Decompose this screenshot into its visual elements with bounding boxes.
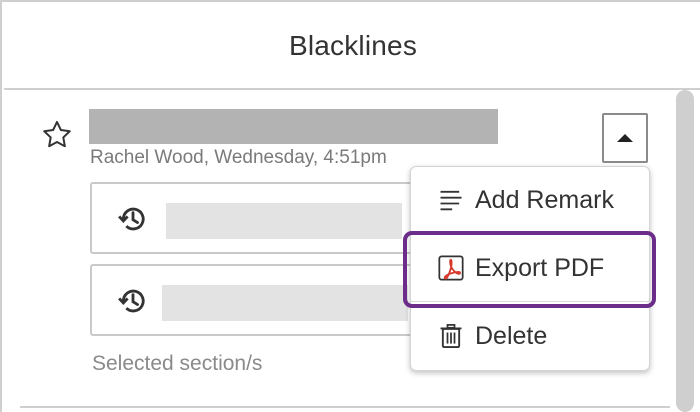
menu-item-label: Delete — [475, 321, 548, 350]
menu-item-export-pdf[interactable]: Export PDF — [411, 235, 649, 301]
panel-header: Blacklines — [4, 4, 700, 90]
history-icon — [118, 207, 145, 231]
star-icon[interactable] — [40, 118, 74, 152]
entry-actions-menu: Add Remark Export PDF Delete — [410, 166, 650, 371]
menu-item-delete[interactable]: Delete — [411, 303, 649, 369]
entry-title-placeholder — [89, 109, 498, 144]
entry-meta: Rachel Wood, Wednesday, 4:51pm — [90, 147, 387, 168]
menu-separator — [411, 233, 649, 234]
panel-title: Blacklines — [288, 30, 418, 61]
menu-item-add-remark[interactable]: Add Remark — [411, 167, 649, 233]
menu-item-label: Export PDF — [475, 253, 605, 282]
menu-separator — [411, 301, 649, 302]
caret-up-icon — [617, 134, 633, 142]
trash-icon — [440, 324, 462, 349]
version-title-placeholder — [162, 285, 408, 321]
version-title-placeholder — [166, 203, 402, 239]
history-icon — [118, 289, 145, 313]
pdf-icon — [438, 255, 464, 281]
selected-sections-label: Selected section/s — [92, 352, 263, 375]
collapse-toggle-button[interactable] — [602, 113, 648, 163]
scrollbar[interactable] — [676, 90, 694, 412]
menu-item-label: Add Remark — [475, 185, 614, 214]
remark-icon — [440, 190, 462, 211]
divider — [20, 406, 670, 408]
